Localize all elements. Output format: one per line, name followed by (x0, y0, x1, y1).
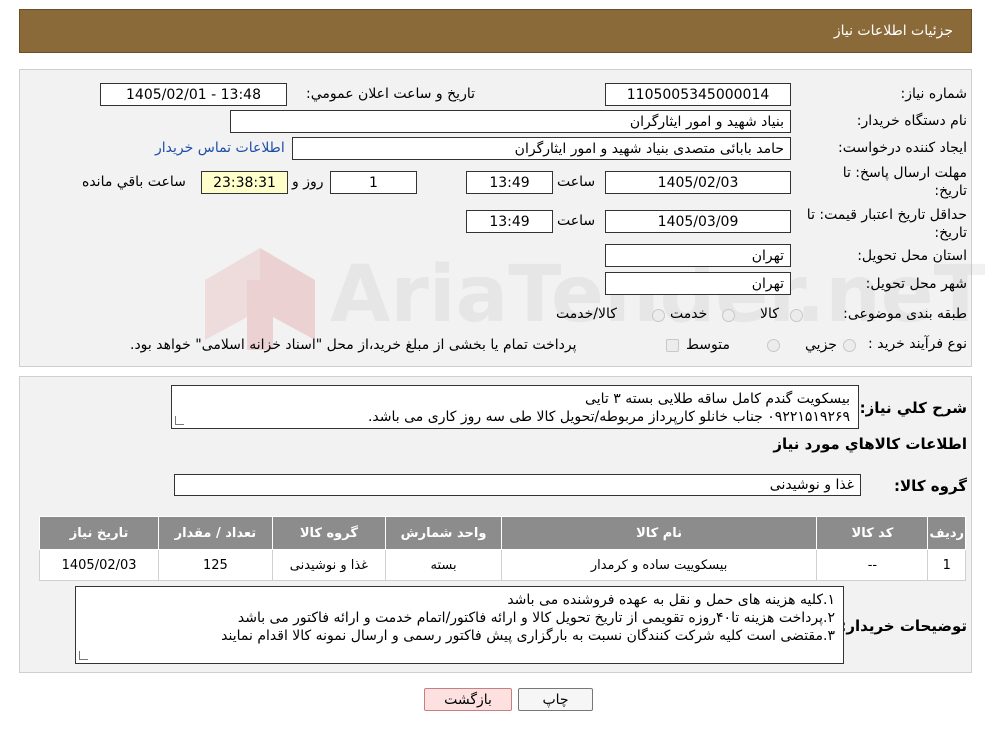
description-line-2: ۰۹۲۲۱۵۱۹۲۶۹ جناب خانلو کارپرداز مربوطه/ت… (367, 409, 850, 425)
province-label: استان محل تحويل: (857, 248, 967, 264)
print-button[interactable]: چاپ (518, 688, 593, 711)
process-type-label: نوع فرآيند خريد : (868, 336, 967, 352)
buyer-contact-link[interactable]: اطلاعات تماس خريدار (155, 140, 285, 156)
category-label: طبقه بندی موضوعی: (843, 306, 967, 322)
category-goods-radio[interactable] (790, 309, 803, 322)
days-label: روز و (292, 174, 324, 190)
need-number-label: شماره نیاز: (900, 86, 968, 102)
need-number-field: 1105005345000014 (605, 83, 791, 106)
buyer-note-2: ۲.پرداخت هزینه تا۴۰روزه تقویمی از تاریخ … (237, 610, 835, 626)
remaining-time-field: 23:38:31 (201, 171, 288, 194)
page-header: جزئیات اطلاعات نیاز (19, 9, 972, 53)
reply-deadline-label: مهلت ارسال پاسخ: تا تاريخ: (843, 164, 967, 200)
price-time-label: ساعت (557, 213, 596, 229)
buyer-notes-textarea[interactable]: ۱.کلیه هزینه های حمل و نقل به عهده فروشن… (75, 586, 844, 664)
treasury-payment-checkbox[interactable] (666, 339, 679, 352)
process-medium-radio[interactable] (767, 339, 780, 352)
city-label: شهر محل تحويل: (865, 276, 967, 292)
cell-row-number: 1 (927, 549, 966, 581)
category-goods-service-label: کالا/خدمت (556, 306, 617, 322)
creator-field: حامد بابائی متصدی بنیاد شهید و امور ایثا… (292, 137, 791, 160)
cell-goods-code: -- (816, 549, 929, 581)
table-row[interactable]: 1 -- بیسکوییت ساده و کرمدار بسته غذا و ن… (38, 549, 966, 581)
col-row-number: رديف (927, 516, 966, 550)
reply-deadline-label-line2: تاريخ: (934, 183, 967, 199)
category-goods-label: کالا (760, 306, 779, 322)
reply-deadline-label-line1: مهلت ارسال پاسخ: تا (842, 165, 967, 181)
reply-time-field: 13:49 (466, 171, 553, 194)
back-button[interactable]: بازگشت (424, 688, 512, 711)
price-validity-label: حداقل تاريخ اعتبار قيمت: تا تاريخ: (807, 206, 967, 242)
description-line-1: بیسکویت گندم کامل ساقه طلایی بسته ۳ تایی (585, 391, 850, 407)
buyer-org-field: بنیاد شهید و امور ایثارگران (230, 110, 791, 133)
items-table-wrapper: رديف کد کالا نام کالا واحد شمارش گروه کا… (38, 516, 966, 581)
creator-label: ايجاد کننده درخواست: (838, 140, 967, 156)
cell-quantity: 125 (158, 549, 273, 581)
items-table: رديف کد کالا نام کالا واحد شمارش گروه کا… (38, 516, 966, 581)
col-need-date: تاريخ نياز (38, 516, 160, 550)
city-field: تهران (605, 272, 791, 295)
col-quantity: تعداد / مقدار (158, 516, 273, 550)
resize-grip-icon[interactable] (175, 416, 184, 425)
page-title: جزئیات اطلاعات نیاز (833, 23, 953, 39)
price-validity-label-line2: تاريخ: (934, 225, 967, 241)
col-goods-group: گروه کالا (271, 516, 387, 550)
price-date-field: 1405/03/09 (605, 210, 791, 233)
goods-group-field: غذا و نوشیدنی (174, 474, 861, 496)
price-time-field: 13:49 (466, 210, 553, 233)
description-label: شرح کلي نياز: (859, 399, 967, 417)
buyer-notes-label: توضيحات خريدار: (840, 617, 967, 635)
price-validity-label-line1: حداقل تاريخ اعتبار قيمت: تا (806, 207, 967, 223)
cell-goods-group: غذا و نوشیدنی (271, 549, 387, 581)
process-small-radio[interactable] (843, 339, 856, 352)
category-service-label: خدمت (670, 306, 708, 322)
province-field: تهران (605, 244, 791, 267)
col-unit: واحد شمارش (385, 516, 502, 550)
description-textarea[interactable]: بیسکویت گندم کامل ساقه طلایی بسته ۳ تایی… (171, 385, 859, 429)
goods-section-title: اطلاعات کالاهاي مورد نياز (773, 435, 967, 453)
buyer-org-label: نام دستگاه خريدار: (856, 113, 967, 129)
table-header-row: رديف کد کالا نام کالا واحد شمارش گروه کا… (38, 516, 966, 550)
reply-time-label: ساعت (557, 174, 596, 190)
process-small-label: جزيي (805, 337, 837, 353)
category-service-radio[interactable] (722, 309, 735, 322)
cell-goods-name: بیسکوییت ساده و کرمدار (500, 549, 818, 581)
goods-group-label: گروه کالا: (894, 477, 967, 495)
cell-unit: بسته (385, 549, 502, 581)
process-medium-label: متوسط (686, 337, 730, 353)
remaining-days-field: 1 (330, 171, 417, 194)
category-goods-service-radio[interactable] (652, 309, 665, 322)
treasury-payment-note: پرداخت تمام يا بخشی از مبلغ خريد،از محل … (130, 337, 577, 353)
buyer-note-1: ۱.کلیه هزینه های حمل و نقل به عهده فروشن… (507, 592, 835, 608)
buyer-note-3: ۳.مقتضی است کلیه شرکت کنندگان نسبت به با… (221, 628, 835, 644)
announce-datetime-value: 1405/02/01 - 13:48 (126, 86, 261, 103)
cell-need-date: 1405/02/03 (38, 549, 160, 581)
announce-datetime-field: 1405/02/01 - 13:48 (100, 83, 287, 106)
col-goods-code: کد کالا (816, 516, 929, 550)
reply-date-field: 1405/02/03 (605, 171, 791, 194)
col-goods-name: نام کالا (500, 516, 818, 550)
resize-grip-icon[interactable] (79, 651, 88, 660)
announce-datetime-label: تاریخ و ساعت اعلان عمومي: (306, 86, 475, 102)
remaining-time-label: ساعت باقي مانده (82, 174, 186, 190)
